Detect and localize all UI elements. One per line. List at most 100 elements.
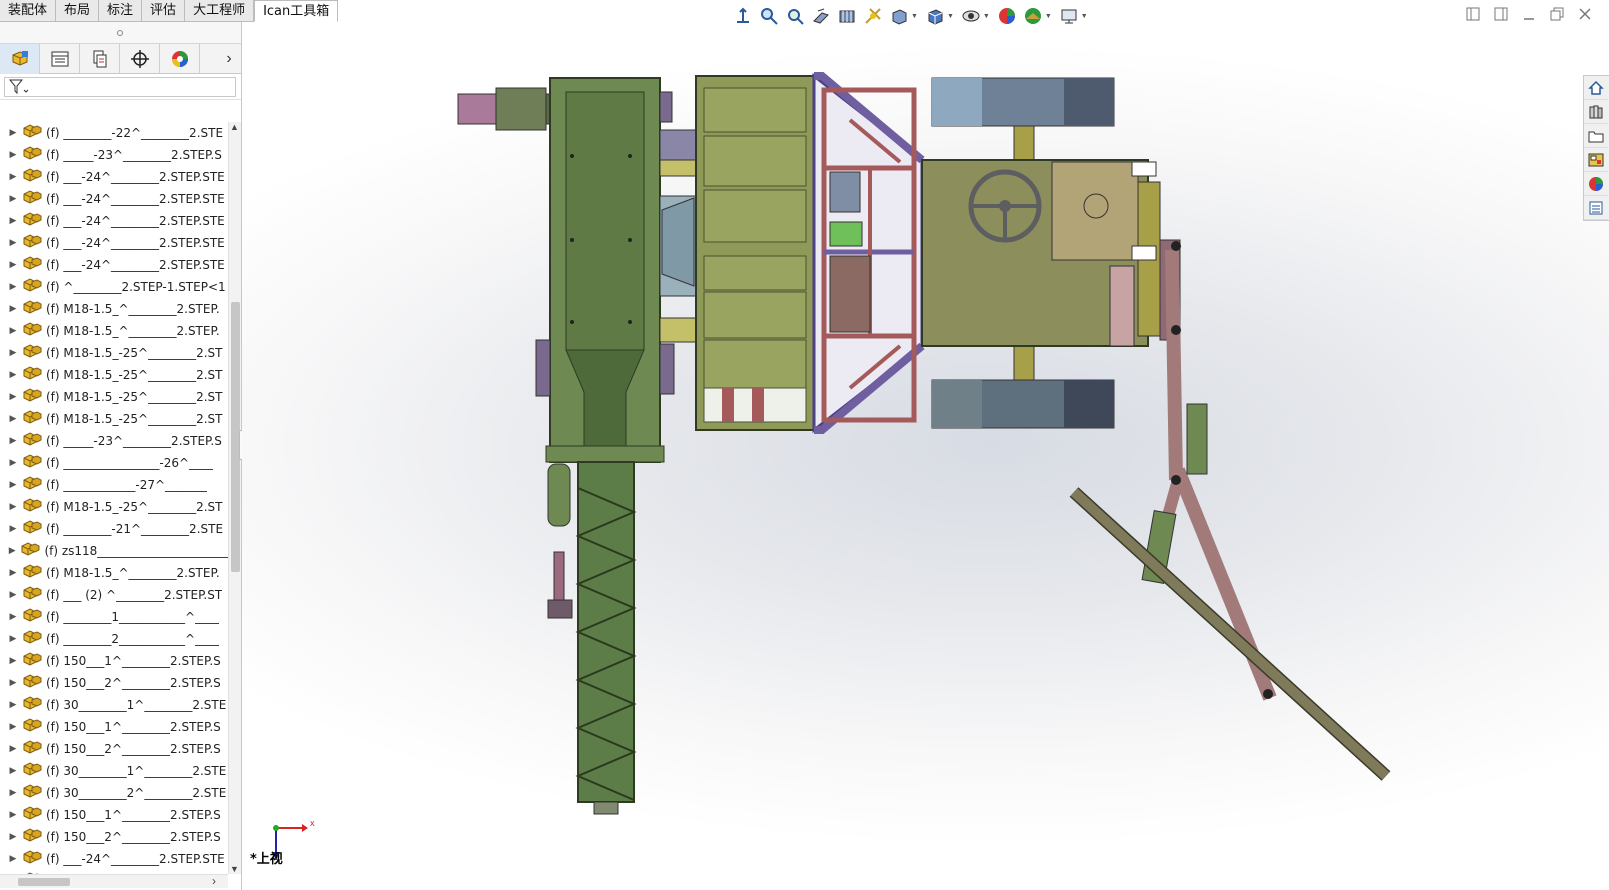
tree-horizontal-scrollbar[interactable]: ›: [0, 874, 228, 888]
tree-item[interactable]: ▶ (f) 30________1^________2.STE: [0, 694, 228, 716]
expand-caret-icon[interactable]: ▶: [0, 282, 22, 292]
expand-caret-icon[interactable]: ▶: [0, 216, 22, 226]
tree-item[interactable]: ▶ (f) _____-23^________2.STEP.S: [0, 144, 228, 166]
expand-caret-icon[interactable]: ▶: [0, 590, 22, 600]
tab-markup[interactable]: 标注: [99, 0, 143, 22]
tree-item[interactable]: ▶ (f) zs118_______________________^: [0, 540, 228, 562]
expand-caret-icon[interactable]: ▶: [0, 480, 22, 490]
home-icon[interactable]: [1584, 76, 1608, 100]
close-icon[interactable]: [1577, 6, 1593, 22]
tree-item[interactable]: ▶ (f) M18-1.5_^________2.STEP.: [0, 320, 228, 342]
view-palette-icon[interactable]: [1584, 148, 1608, 172]
dropdown-arrow-icon[interactable]: ▼: [911, 13, 918, 20]
dynamic-annotation-icon[interactable]: [836, 5, 858, 27]
expand-caret-icon[interactable]: ▶: [0, 304, 22, 314]
display-manager-tab-icon[interactable]: [160, 44, 200, 74]
expand-caret-icon[interactable]: ▶: [0, 414, 22, 424]
expand-caret-icon[interactable]: ▶: [0, 612, 22, 622]
dropdown-arrow-icon[interactable]: ▼: [947, 13, 954, 20]
expand-caret-icon[interactable]: ▶: [0, 150, 22, 160]
file-explorer-icon[interactable]: [1584, 124, 1608, 148]
tree-item[interactable]: ▶ (f) ___-24^________2.STEP.STE: [0, 254, 228, 276]
appearances-icon[interactable]: [1584, 172, 1608, 196]
tree-item[interactable]: ▶ (f) 150___2^________2.STEP.S: [0, 672, 228, 694]
tree-item[interactable]: ▶ (f) M18-1.5_-25^________2.ST: [0, 496, 228, 518]
tab-evaluate[interactable]: 评估: [142, 0, 186, 22]
tile-left-icon[interactable]: [1465, 6, 1481, 22]
expand-caret-icon[interactable]: ▶: [0, 700, 22, 710]
previous-view-icon[interactable]: [784, 5, 806, 27]
tree-item[interactable]: ▶ (f) ___-24^________2.STEP.STE: [0, 232, 228, 254]
expand-caret-icon[interactable]: ▶: [0, 788, 22, 798]
tree-item[interactable]: ▶ (f) ________1___________^____: [0, 606, 228, 628]
graphics-viewport[interactable]: ▼ ▼ ▼ ▼ ▼ x *上视: [242, 0, 1609, 890]
expand-caret-icon[interactable]: ▶: [0, 656, 22, 666]
expand-caret-icon[interactable]: ▶: [0, 326, 22, 336]
expand-caret-icon[interactable]: ▶: [0, 524, 22, 534]
expand-caret-icon[interactable]: ▶: [0, 568, 22, 578]
expand-caret-icon[interactable]: ▶: [0, 678, 22, 688]
dropdown-arrow-icon[interactable]: ▼: [983, 13, 990, 20]
scroll-up-icon[interactable]: ▲: [230, 122, 239, 132]
expand-caret-icon[interactable]: ▶: [0, 502, 22, 512]
expand-caret-icon[interactable]: ▶: [0, 238, 22, 248]
tree-item[interactable]: ▶ (f) _____-23^________2.STEP.S: [0, 430, 228, 452]
expand-caret-icon[interactable]: ▶: [0, 546, 20, 556]
hscroll-thumb[interactable]: [18, 878, 70, 886]
section-view-icon[interactable]: [810, 5, 832, 27]
tree-item[interactable]: ▶ (f) ________________-26^____: [0, 452, 228, 474]
design-library-icon[interactable]: [1584, 100, 1608, 124]
tree-item[interactable]: ▶ (f) M18-1.5_-25^________2.ST: [0, 364, 228, 386]
tree-item[interactable]: ▶ (f) ________-21^________2.STE: [0, 518, 228, 540]
panel-grip[interactable]: [0, 22, 241, 44]
tree-item[interactable]: ▶ (f) ___ (2) ^________2.STEP.ST: [0, 584, 228, 606]
tab-layout[interactable]: 布局: [56, 0, 100, 22]
tab-ican-toolbox[interactable]: Ican工具箱: [254, 0, 339, 22]
expand-caret-icon[interactable]: ▶: [0, 634, 22, 644]
zoom-area-icon[interactable]: [758, 5, 780, 27]
display-style-icon[interactable]: [888, 5, 910, 27]
display-icon[interactable]: [1058, 5, 1080, 27]
dropdown-arrow-icon[interactable]: ▼: [1045, 13, 1052, 20]
view-settings-icon[interactable]: [1022, 5, 1044, 27]
expand-caret-icon[interactable]: ▶: [0, 458, 22, 468]
expand-caret-icon[interactable]: ▶: [0, 854, 22, 864]
tree-item[interactable]: ▶ (f) ________2___________^____: [0, 628, 228, 650]
tree-vertical-scrollbar[interactable]: ▲ ▼: [228, 122, 241, 874]
expand-caret-icon[interactable]: ▶: [0, 370, 22, 380]
tree-item[interactable]: ▶ (f) 150___1^________2.STEP.S: [0, 804, 228, 826]
apply-scene-icon[interactable]: [996, 5, 1018, 27]
view-orientation-icon[interactable]: [862, 5, 884, 27]
tree-item[interactable]: ▶ (f) ___-24^________2.STEP.STE: [0, 188, 228, 210]
tree-item[interactable]: ▶ (f) ____________-27^_______: [0, 474, 228, 496]
tab-assembly[interactable]: 装配体: [0, 0, 57, 22]
tree-item[interactable]: ▶ (f) ___-24^________2.STEP.STE: [0, 210, 228, 232]
expand-caret-icon[interactable]: ▶: [0, 348, 22, 358]
tree-item[interactable]: ▶ (f) 150___2^________2.STEP.S: [0, 738, 228, 760]
scroll-down-icon[interactable]: ▼: [230, 864, 239, 874]
edit-appearance-icon[interactable]: [960, 5, 982, 27]
zoom-to-fit-icon[interactable]: [732, 5, 754, 27]
tab-big-engineer[interactable]: 大工程师: [185, 0, 255, 22]
tree-item[interactable]: ▶ (f) 150___2^________2.STEP.S: [0, 826, 228, 848]
tree-item[interactable]: ▶ (f) 150___1^________2.STEP.S: [0, 716, 228, 738]
tree-item[interactable]: ▶ (f) ___-24^________2.STEP.STE: [0, 166, 228, 188]
tree-filter-input[interactable]: [4, 77, 236, 97]
expand-caret-icon[interactable]: ▶: [0, 436, 22, 446]
tree-item[interactable]: ▶ (f) M18-1.5_-25^________2.ST: [0, 386, 228, 408]
tree-item[interactable]: ▶ (f) ________-22^________2.STE: [0, 122, 228, 144]
tree-item[interactable]: ▶ (f) ___-24^________2.STEP.STE: [0, 848, 228, 870]
expand-caret-icon[interactable]: ▶: [0, 744, 22, 754]
expand-caret-icon[interactable]: ▶: [0, 128, 22, 138]
panel-tabs-more-icon[interactable]: ›: [217, 44, 241, 73]
tree-item[interactable]: ▶ (f) 30________1^________2.STE: [0, 760, 228, 782]
custom-properties-icon[interactable]: [1584, 196, 1608, 220]
scroll-right-icon[interactable]: ›: [212, 874, 216, 888]
configuration-manager-tab-icon[interactable]: [80, 44, 120, 74]
expand-caret-icon[interactable]: ▶: [0, 766, 22, 776]
dropdown-arrow-icon[interactable]: ▼: [1081, 13, 1088, 20]
expand-caret-icon[interactable]: ▶: [0, 722, 22, 732]
expand-caret-icon[interactable]: ▶: [0, 392, 22, 402]
dimxpert-manager-tab-icon[interactable]: [120, 44, 160, 74]
expand-caret-icon[interactable]: ▶: [0, 810, 22, 820]
